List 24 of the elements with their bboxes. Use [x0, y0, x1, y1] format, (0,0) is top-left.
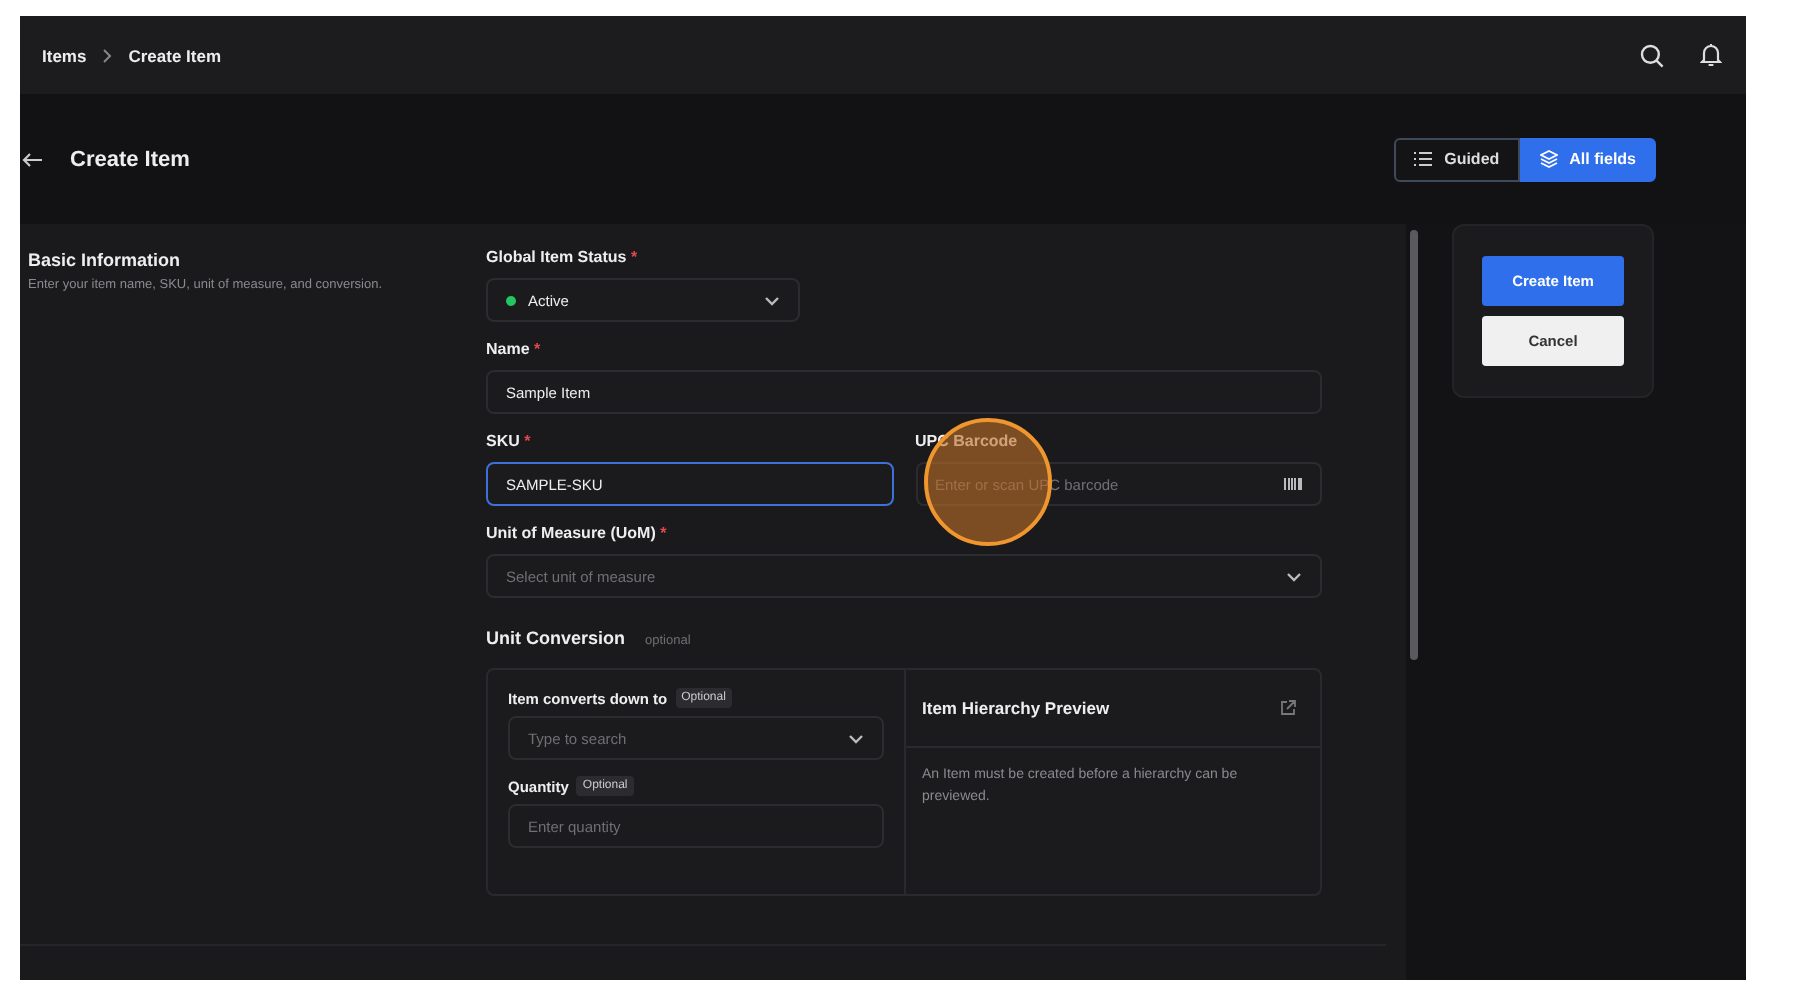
preview-title: Item Hierarchy Preview	[922, 698, 1110, 718]
field-label: Unit of Measure (UoM) *	[486, 524, 669, 542]
layers-icon	[1539, 150, 1558, 168]
field-label: Global Item Status *	[486, 248, 640, 266]
chevron-down-icon	[848, 733, 864, 743]
subsection-title: Unit Conversion	[486, 628, 626, 648]
chevron-down-icon	[1286, 571, 1302, 581]
section-title: Basic Information	[28, 250, 183, 270]
field-label: SKU *	[486, 432, 533, 450]
page-title: Create Item	[70, 147, 190, 171]
view-tab[interactable]: All fields	[1519, 137, 1656, 181]
breadcrumb-link[interactable]: Items	[42, 45, 87, 65]
barcode-icon[interactable]	[1284, 478, 1302, 490]
search-icon[interactable]	[1640, 43, 1664, 67]
view-tab[interactable]: Guided	[1394, 137, 1520, 181]
external-link-icon[interactable]	[1280, 700, 1296, 716]
bell-icon[interactable]	[1700, 42, 1722, 68]
scrollbar[interactable]	[1410, 230, 1418, 660]
back-arrow-icon[interactable]	[22, 151, 42, 167]
list-icon	[1414, 152, 1433, 166]
chevron-right-icon	[102, 47, 113, 63]
chevron-down-icon	[764, 295, 780, 305]
field-label: Name *	[486, 340, 543, 358]
breadcrumb-link[interactable]: Create Item	[128, 45, 222, 65]
